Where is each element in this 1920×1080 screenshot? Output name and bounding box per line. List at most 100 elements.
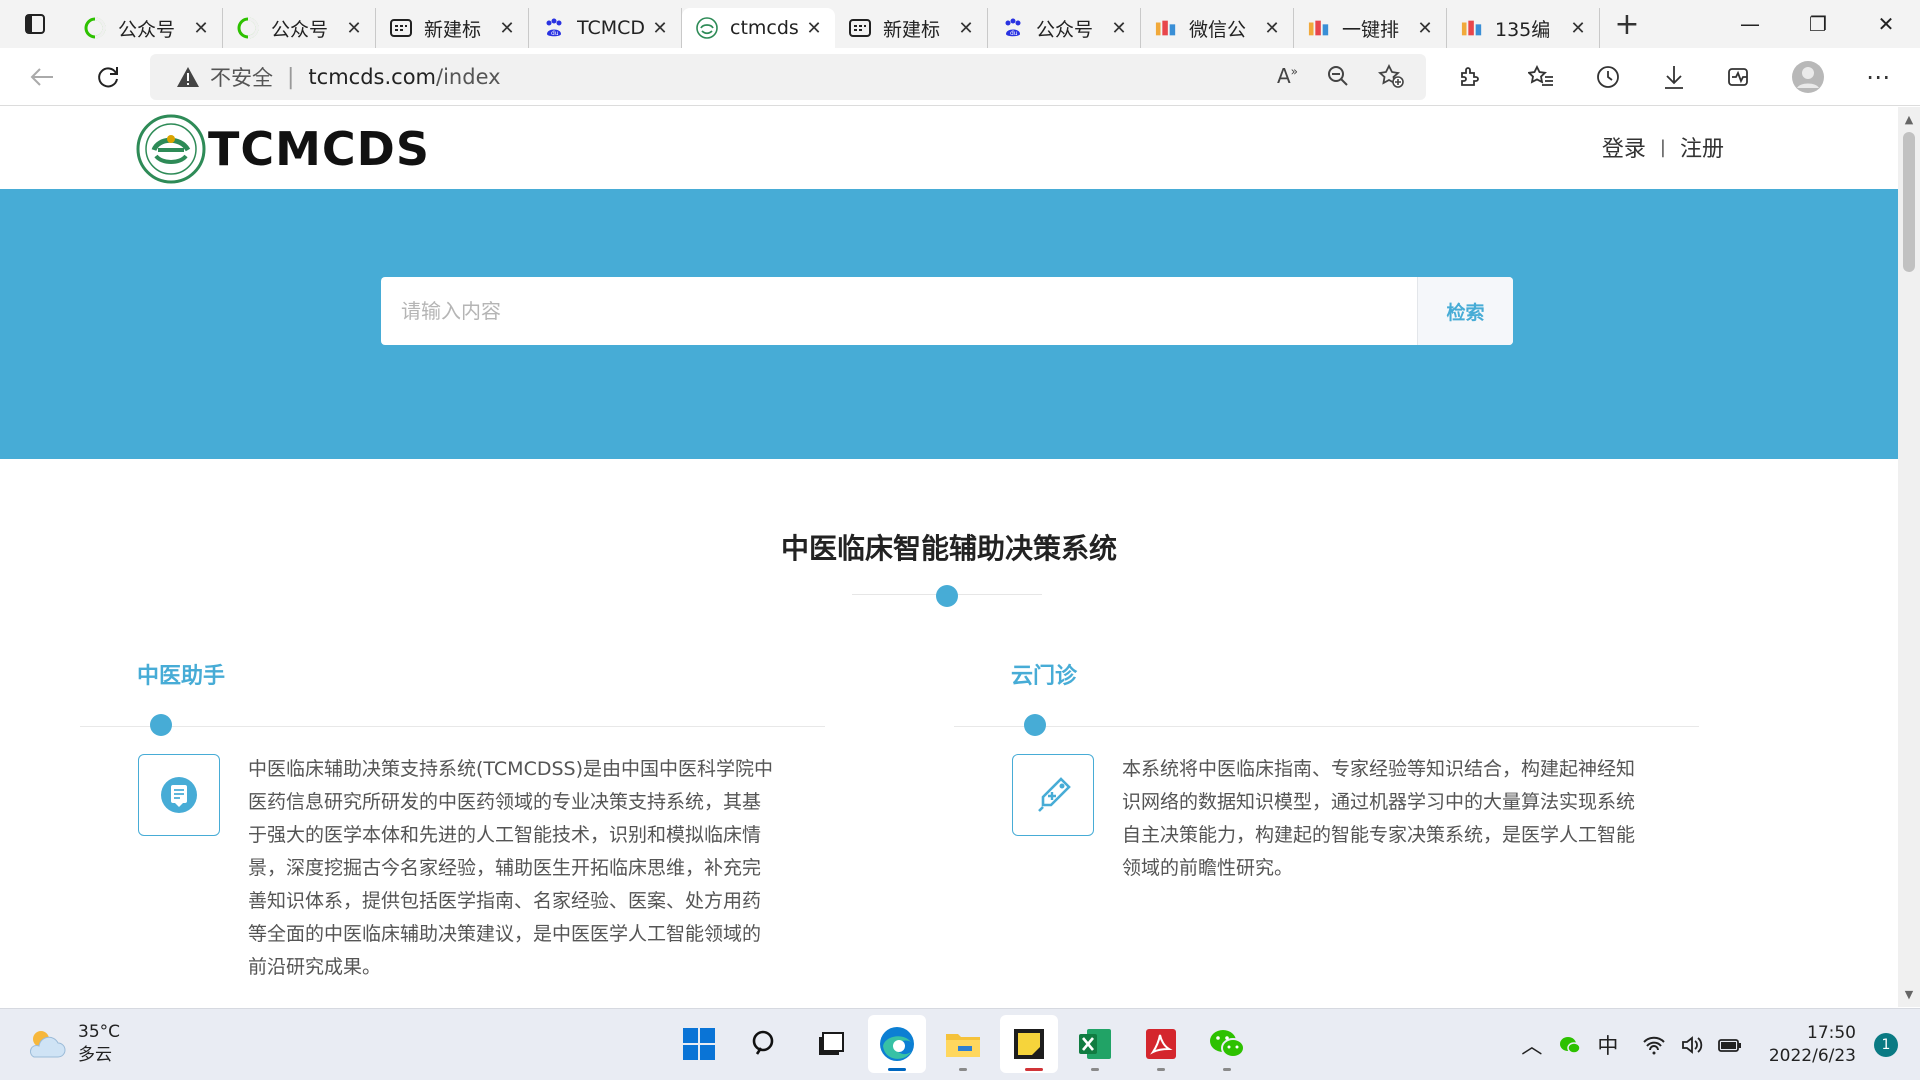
book-bookmark-icon [161,777,197,813]
login-link[interactable]: 登录 [1602,131,1646,163]
edge-taskbar-button[interactable] [868,1015,926,1073]
browser-tab[interactable]: 微信公 ✕ [1141,8,1294,48]
favorites-list-icon [1528,65,1553,86]
add-favorite-icon[interactable] [1378,64,1404,88]
clock[interactable]: 17:50 2022/6/23 [1769,1022,1856,1068]
task-view-button[interactable] [802,1015,860,1073]
profile-button[interactable] [1790,60,1826,94]
register-link[interactable]: 注册 [1680,131,1724,163]
column-divider [954,726,1699,727]
column-dot [1024,714,1046,736]
section-title: 中医临床智能辅助决策系统 [780,532,1117,565]
running-indicator [1157,1068,1165,1071]
restore-button[interactable]: ❐ [1784,0,1852,48]
address-separator: | [287,64,295,90]
volume-icon[interactable] [1673,1035,1711,1055]
wechat-tray-icon[interactable] [1551,1035,1589,1055]
scroll-up-arrow-icon[interactable]: ▲ [1904,113,1914,126]
cloud-clinic-icon-box[interactable] [1012,754,1094,836]
close-tab-icon[interactable]: ✕ [1416,18,1434,39]
more-menu-button[interactable]: ⋯ [1860,60,1896,94]
close-tab-icon[interactable]: ✕ [192,18,210,39]
close-tab-icon[interactable]: ✕ [957,18,975,39]
avatar-icon [1792,61,1824,93]
wechat-icon [1210,1030,1245,1058]
battery-icon[interactable] [1711,1035,1749,1055]
refresh-button[interactable] [90,60,126,94]
site-header: TCMCDS 登录 | 注册 [0,107,1898,189]
search-banner: 检索 [0,189,1898,459]
performance-button[interactable] [1721,60,1757,94]
weather-widget[interactable]: 35°C 多云 [26,1021,120,1067]
wifi-icon[interactable] [1635,1035,1673,1055]
wechat-button[interactable] [1198,1015,1256,1073]
browser-tab[interactable]: 公众号 ✕ [70,8,223,48]
zoom-out-icon[interactable] [1326,64,1350,88]
url-text[interactable]: tcmcds.com/index [308,65,500,89]
tab-title: 公众号 [271,18,329,41]
read-aloud-icon[interactable]: A» [1277,64,1298,88]
pdf-icon [1146,1029,1176,1059]
tab-title: 公众号 [1036,18,1094,41]
close-tab-icon[interactable]: ✕ [498,18,516,39]
url-host: tcmcds.com [308,65,437,89]
start-button[interactable] [670,1015,728,1073]
address-bar[interactable]: 不安全 | tcmcds.com/index A» [150,54,1426,100]
tab-title: 微信公 [1189,18,1247,41]
system-tray: ︿ 中 17:50 2022/6/23 1 [1513,1009,1920,1080]
not-secure-label[interactable]: 不安全 [210,62,273,92]
close-tab-icon[interactable]: ✕ [345,18,363,39]
running-indicator [959,1068,967,1071]
file-explorer-button[interactable] [934,1015,992,1073]
tab-strip: 公众号 ✕ 公众号 ✕ 新建标 ✕ du TCMCD ✕ ctmcds ✕ 新建标 ✕ du 公众号 ✕ 微信公… [0,0,1920,48]
close-tab-icon[interactable]: ✕ [1263,18,1281,39]
ime-indicator[interactable]: 中 [1589,1030,1627,1060]
column-title-assistant[interactable]: 中医助手 [137,658,225,690]
assistant-icon-box[interactable] [138,754,220,836]
notification-badge[interactable]: 1 [1874,1033,1898,1057]
minimize-button[interactable]: — [1716,0,1784,48]
sticky-notes-button[interactable] [1000,1015,1058,1073]
browser-tab[interactable]: 一键排 ✕ [1294,8,1447,48]
back-button[interactable] [24,60,60,94]
browser-tab[interactable]: ctmcds ✕ [682,8,835,48]
browser-tab[interactable]: 新建标 ✕ [376,8,529,48]
close-window-button[interactable]: ✕ [1852,0,1920,48]
newtab-favicon-icon [390,17,412,39]
navigation-bar: 不安全 | tcmcds.com/index A» ⋯ [0,48,1920,106]
extensions-button[interactable] [1452,60,1488,94]
browser-tab[interactable]: 135编 ✕ [1447,8,1600,48]
close-tab-icon[interactable]: ✕ [1569,18,1587,39]
browser-tab[interactable]: 新建标 ✕ [835,8,988,48]
weather-desc: 多云 [78,1045,112,1065]
search-input[interactable] [381,277,1417,345]
browser-tab[interactable]: du 公众号 ✕ [988,8,1141,48]
tab-actions-button[interactable] [0,0,70,48]
medicine-tag-icon [1038,777,1071,812]
excel-button[interactable] [1066,1015,1124,1073]
browser-tab[interactable]: du TCMCD ✕ [529,8,682,48]
editor-135-favicon-icon [1461,17,1483,39]
svg-text:du: du [551,30,559,37]
close-tab-icon[interactable]: ✕ [805,18,823,39]
downloads-button[interactable] [1656,60,1692,94]
history-button[interactable] [1590,60,1626,94]
close-tab-icon[interactable]: ✕ [1110,18,1128,39]
tab-title: 新建标 [424,18,482,41]
new-tab-button[interactable]: + [1600,0,1654,48]
favorites-button[interactable] [1523,60,1559,94]
running-indicator [1025,1068,1043,1071]
history-icon [1597,66,1619,88]
column-title-cloud-clinic[interactable]: 云门诊 [1011,658,1077,690]
pdf-reader-button[interactable] [1132,1015,1190,1073]
site-logo[interactable]: TCMCDS [136,114,430,184]
chevron-up-icon[interactable]: ︿ [1513,1030,1551,1060]
page-scrollbar[interactable]: ▲ ▼ [1898,107,1920,1007]
browser-tab[interactable]: 公众号 ✕ [223,8,376,48]
scrollbar-thumb[interactable] [1903,132,1915,272]
tab-title: 135编 [1495,18,1551,41]
close-tab-icon[interactable]: ✕ [651,18,669,39]
search-taskbar-button[interactable] [736,1015,794,1073]
search-button[interactable]: 检索 [1417,277,1513,345]
scroll-down-arrow-icon[interactable]: ▼ [1904,988,1914,1001]
